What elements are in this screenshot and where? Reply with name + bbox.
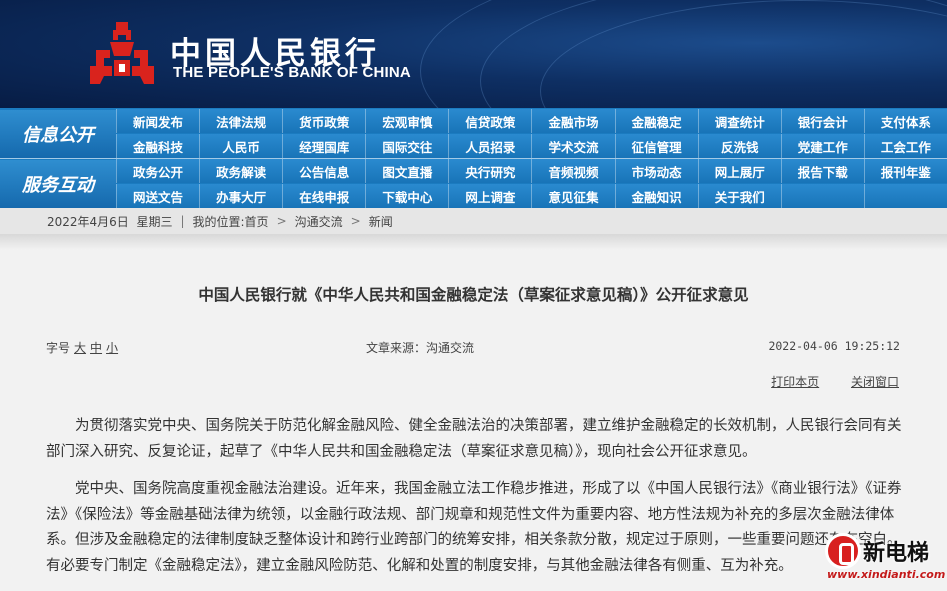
nav-item-payment-system[interactable]: 支付体系 [863, 109, 947, 133]
nav-item-macroprudential[interactable]: 宏观审慎 [365, 109, 449, 133]
article-paragraph: 党中央、国务院高度重视金融法治建设。近年来，我国金融立法工作稳步推进，形成了以《… [46, 481, 902, 574]
nav-item-recruitment[interactable]: 人员招录 [448, 134, 532, 158]
nav-section-service-interaction: 服务互动 [0, 160, 116, 208]
font-size-label: 字号 [46, 341, 71, 355]
nav-item-about-us[interactable]: 关于我们 [697, 184, 781, 208]
nav-item-financial-stability[interactable]: 金融稳定 [614, 109, 698, 133]
nav-item-download-center[interactable]: 下载中心 [365, 184, 449, 208]
nav-grid: 新闻发布 法律法规 货币政策 宏观审慎 信贷政策 金融市场 金融稳定 调查统计 … [116, 108, 947, 208]
nav-item-monetary-policy[interactable]: 货币政策 [282, 109, 366, 133]
breadcrumb-home-link[interactable]: 首页 [245, 213, 269, 230]
nav-row: 新闻发布 法律法规 货币政策 宏观审慎 信贷政策 金融市场 金融稳定 调查统计 … [116, 109, 947, 133]
nav-item-policy-interpretation[interactable]: 政务解读 [199, 159, 283, 183]
nav-item-yearbook[interactable]: 报刊年鉴 [863, 159, 947, 183]
watermark-logo-icon [825, 533, 861, 569]
nav-item-academic[interactable]: 学术交流 [531, 134, 615, 158]
nav-item-fintech[interactable]: 金融科技 [116, 134, 200, 158]
nav-item-online-survey[interactable]: 网上调查 [448, 184, 532, 208]
nav-item-financial-knowledge[interactable]: 金融知识 [614, 184, 698, 208]
breadcrumb: 2022年4月6日 星期三 | 我的位置: 首页 > 沟通交流 > 新闻 [0, 208, 947, 234]
nav-item-document-delivery[interactable]: 网送文告 [116, 184, 200, 208]
nav-item-live-broadcast[interactable]: 图文直播 [365, 159, 449, 183]
font-small-link[interactable]: 小 [106, 341, 118, 355]
nav-item-empty [780, 184, 864, 208]
nav-item-party-building[interactable]: 党建工作 [780, 134, 864, 158]
nav-item-rmb[interactable]: 人民币 [199, 134, 283, 158]
nav-item-government-affairs[interactable]: 政务公开 [116, 159, 200, 183]
nav-item-research[interactable]: 央行研究 [448, 159, 532, 183]
article-datetime: 2022-04-06 19:25:12 [768, 339, 900, 353]
breadcrumb-shadow [0, 234, 947, 250]
breadcrumb-separator: | [180, 214, 185, 228]
font-medium-link[interactable]: 中 [90, 341, 102, 355]
font-size-control: 字号大中小 [46, 339, 118, 356]
article-title: 中国人民银行就《中华人民共和国金融稳定法（草案征求意见稿）》公开征求意见 [198, 286, 749, 304]
nav-item-online-exhibition[interactable]: 网上展厅 [697, 159, 781, 183]
watermark-url: www.xindianti.com [827, 568, 946, 581]
nav-item-market-dynamics[interactable]: 市场动态 [614, 159, 698, 183]
header-banner: 中国人民银行 THE PEOPLE'S BANK OF CHINA [0, 0, 947, 108]
article-meta: 字号大中小 文章来源：沟通交流 2022-04-06 19:25:12 [46, 339, 900, 357]
nav-item-opinion-collection[interactable]: 意见征集 [531, 184, 615, 208]
nav-item-financial-market[interactable]: 金融市场 [531, 109, 615, 133]
article-body: 为贯彻落实党中央、国务院关于防范化解金融风险、健全金融法治的决策部署，建立维护金… [46, 414, 902, 591]
breadcrumb-separator: > [350, 214, 361, 228]
font-large-link[interactable]: 大 [74, 341, 86, 355]
pboc-logo-icon[interactable] [86, 20, 158, 88]
nav-item-online-declaration[interactable]: 在线申报 [282, 184, 366, 208]
breadcrumb-separator: > [276, 214, 287, 228]
breadcrumb-communication-link[interactable]: 沟通交流 [295, 213, 343, 230]
article-actions: 打印本页 关闭窗口 [743, 373, 899, 390]
nav-item-service-hall[interactable]: 办事大厅 [199, 184, 283, 208]
article-paragraph: 为贯彻落实党中央、国务院关于防范化解金融风险、健全金融法治的决策部署，建立维护金… [46, 418, 902, 460]
location-label: 我的位置: [192, 214, 245, 229]
nav-row: 政务公开 政务解读 公告信息 图文直播 央行研究 音频视频 市场动态 网上展厅 … [116, 159, 947, 183]
current-date: 2022年4月6日 星期三 [47, 214, 173, 229]
print-page-link[interactable]: 打印本页 [771, 375, 819, 389]
nav-item-empty [863, 184, 947, 208]
watermark: 新电梯 www.xindianti.com [815, 530, 947, 583]
nav-item-bank-accounting[interactable]: 银行会计 [780, 109, 864, 133]
nav-item-news-release[interactable]: 新闻发布 [116, 109, 200, 133]
nav-row: 金融科技 人民币 经理国库 国际交往 人员招录 学术交流 征信管理 反洗钱 党建… [116, 134, 947, 158]
main-navigation: 信息公开 服务互动 新闻发布 法律法规 货币政策 宏观审慎 信贷政策 金融市场 … [0, 108, 947, 208]
nav-item-announcements[interactable]: 公告信息 [282, 159, 366, 183]
nav-section-info-public: 信息公开 [0, 110, 116, 158]
article-source: 文章来源：沟通交流 [366, 341, 475, 355]
nav-item-union-work[interactable]: 工会工作 [863, 134, 947, 158]
nav-item-treasury[interactable]: 经理国库 [282, 134, 366, 158]
nav-item-audio-video[interactable]: 音频视频 [531, 159, 615, 183]
bank-english-name: THE PEOPLE'S BANK OF CHINA [173, 64, 411, 81]
breadcrumb-news-link[interactable]: 新闻 [369, 213, 393, 230]
nav-row: 网送文告 办事大厅 在线申报 下载中心 网上调查 意见征集 金融知识 关于我们 [116, 184, 947, 208]
nav-item-credit-policy[interactable]: 信贷政策 [448, 109, 532, 133]
nav-item-laws[interactable]: 法律法规 [199, 109, 283, 133]
nav-item-statistics[interactable]: 调查统计 [697, 109, 781, 133]
nav-item-credit-reference[interactable]: 征信管理 [614, 134, 698, 158]
nav-item-anti-money-laundering[interactable]: 反洗钱 [697, 134, 781, 158]
close-window-link[interactable]: 关闭窗口 [851, 375, 899, 389]
nav-item-international[interactable]: 国际交往 [365, 134, 449, 158]
nav-item-report-download[interactable]: 报告下载 [780, 159, 864, 183]
watermark-text: 新电梯 [863, 541, 930, 566]
